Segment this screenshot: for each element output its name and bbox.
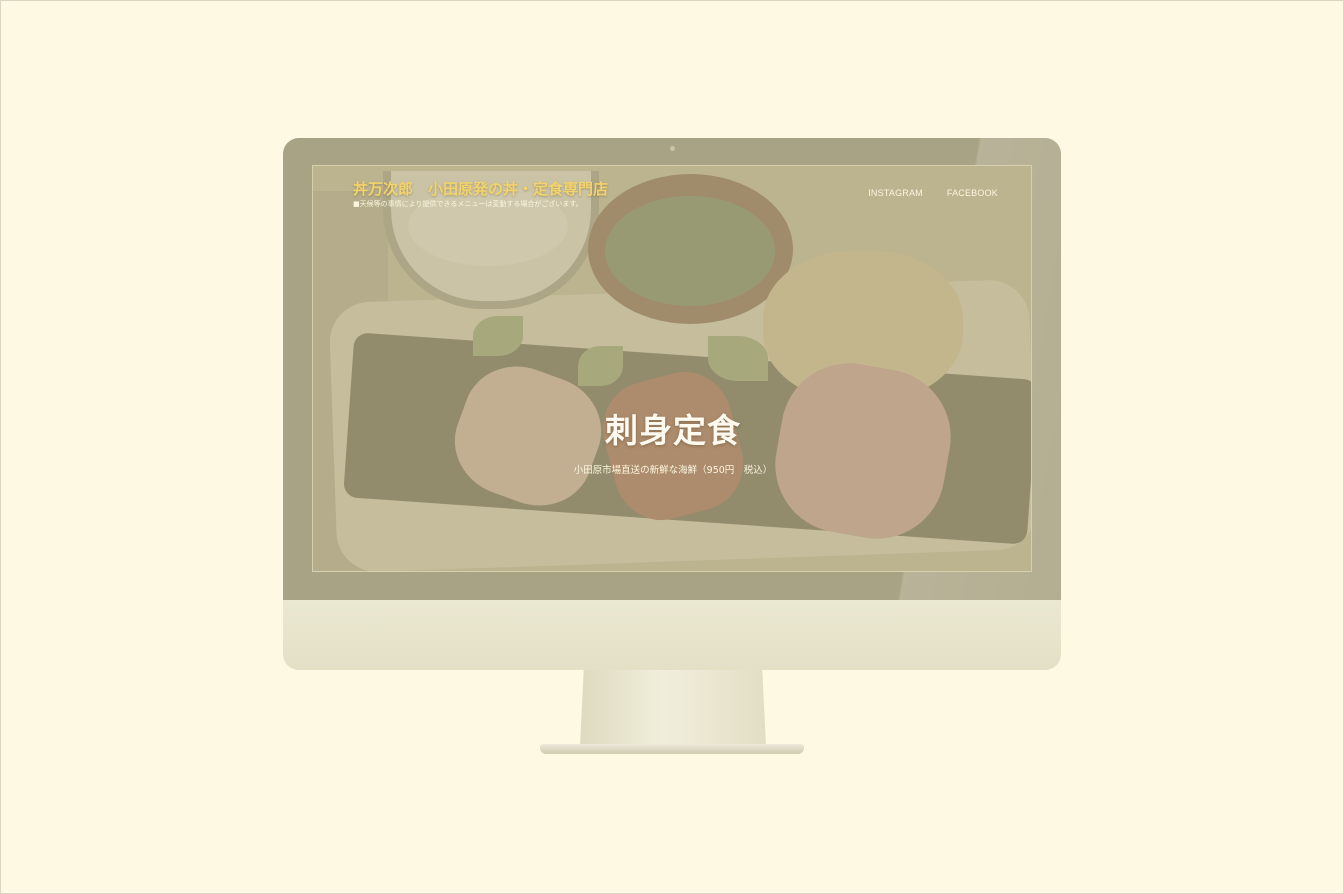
website-screen: 丼万次郎 小田原発の丼・定食専門店 ■天候等の事情により提供できるメニューは変動… <box>312 165 1032 572</box>
hero-subtitle: 小田原市場直送の新鮮な海鮮（950円 税込） <box>573 465 773 476</box>
monitor-chin <box>283 600 1061 670</box>
camera-icon <box>670 146 675 151</box>
site-header: 丼万次郎 小田原発の丼・定食専門店 ■天候等の事情により提供できるメニューは変動… <box>353 178 998 218</box>
nav-link-instagram[interactable]: INSTAGRAM <box>868 188 923 198</box>
nav-link-facebook[interactable]: FACEBOOK <box>947 188 998 198</box>
hero-image-overlay <box>313 166 1031 571</box>
monitor-mockup: 丼万次郎 小田原発の丼・定食専門店 ■天候等の事情により提供できるメニューは変動… <box>283 138 1061 670</box>
main-nav: INSTAGRAM FACEBOOK <box>868 188 998 198</box>
monitor-stand-base <box>540 744 804 754</box>
site-notice: ■天候等の事情により提供できるメニューは変動する場合がございます。 <box>353 200 583 208</box>
monitor-bezel: 丼万次郎 小田原発の丼・定食専門店 ■天候等の事情により提供できるメニューは変動… <box>283 138 1061 600</box>
monitor-stand <box>580 670 766 746</box>
site-title[interactable]: 丼万次郎 小田原発の丼・定食専門店 <box>353 178 608 199</box>
hero-section: 刺身定食 小田原市場直送の新鮮な海鮮（950円 税込） <box>313 404 1031 476</box>
hero-title: 刺身定食 <box>605 411 741 450</box>
